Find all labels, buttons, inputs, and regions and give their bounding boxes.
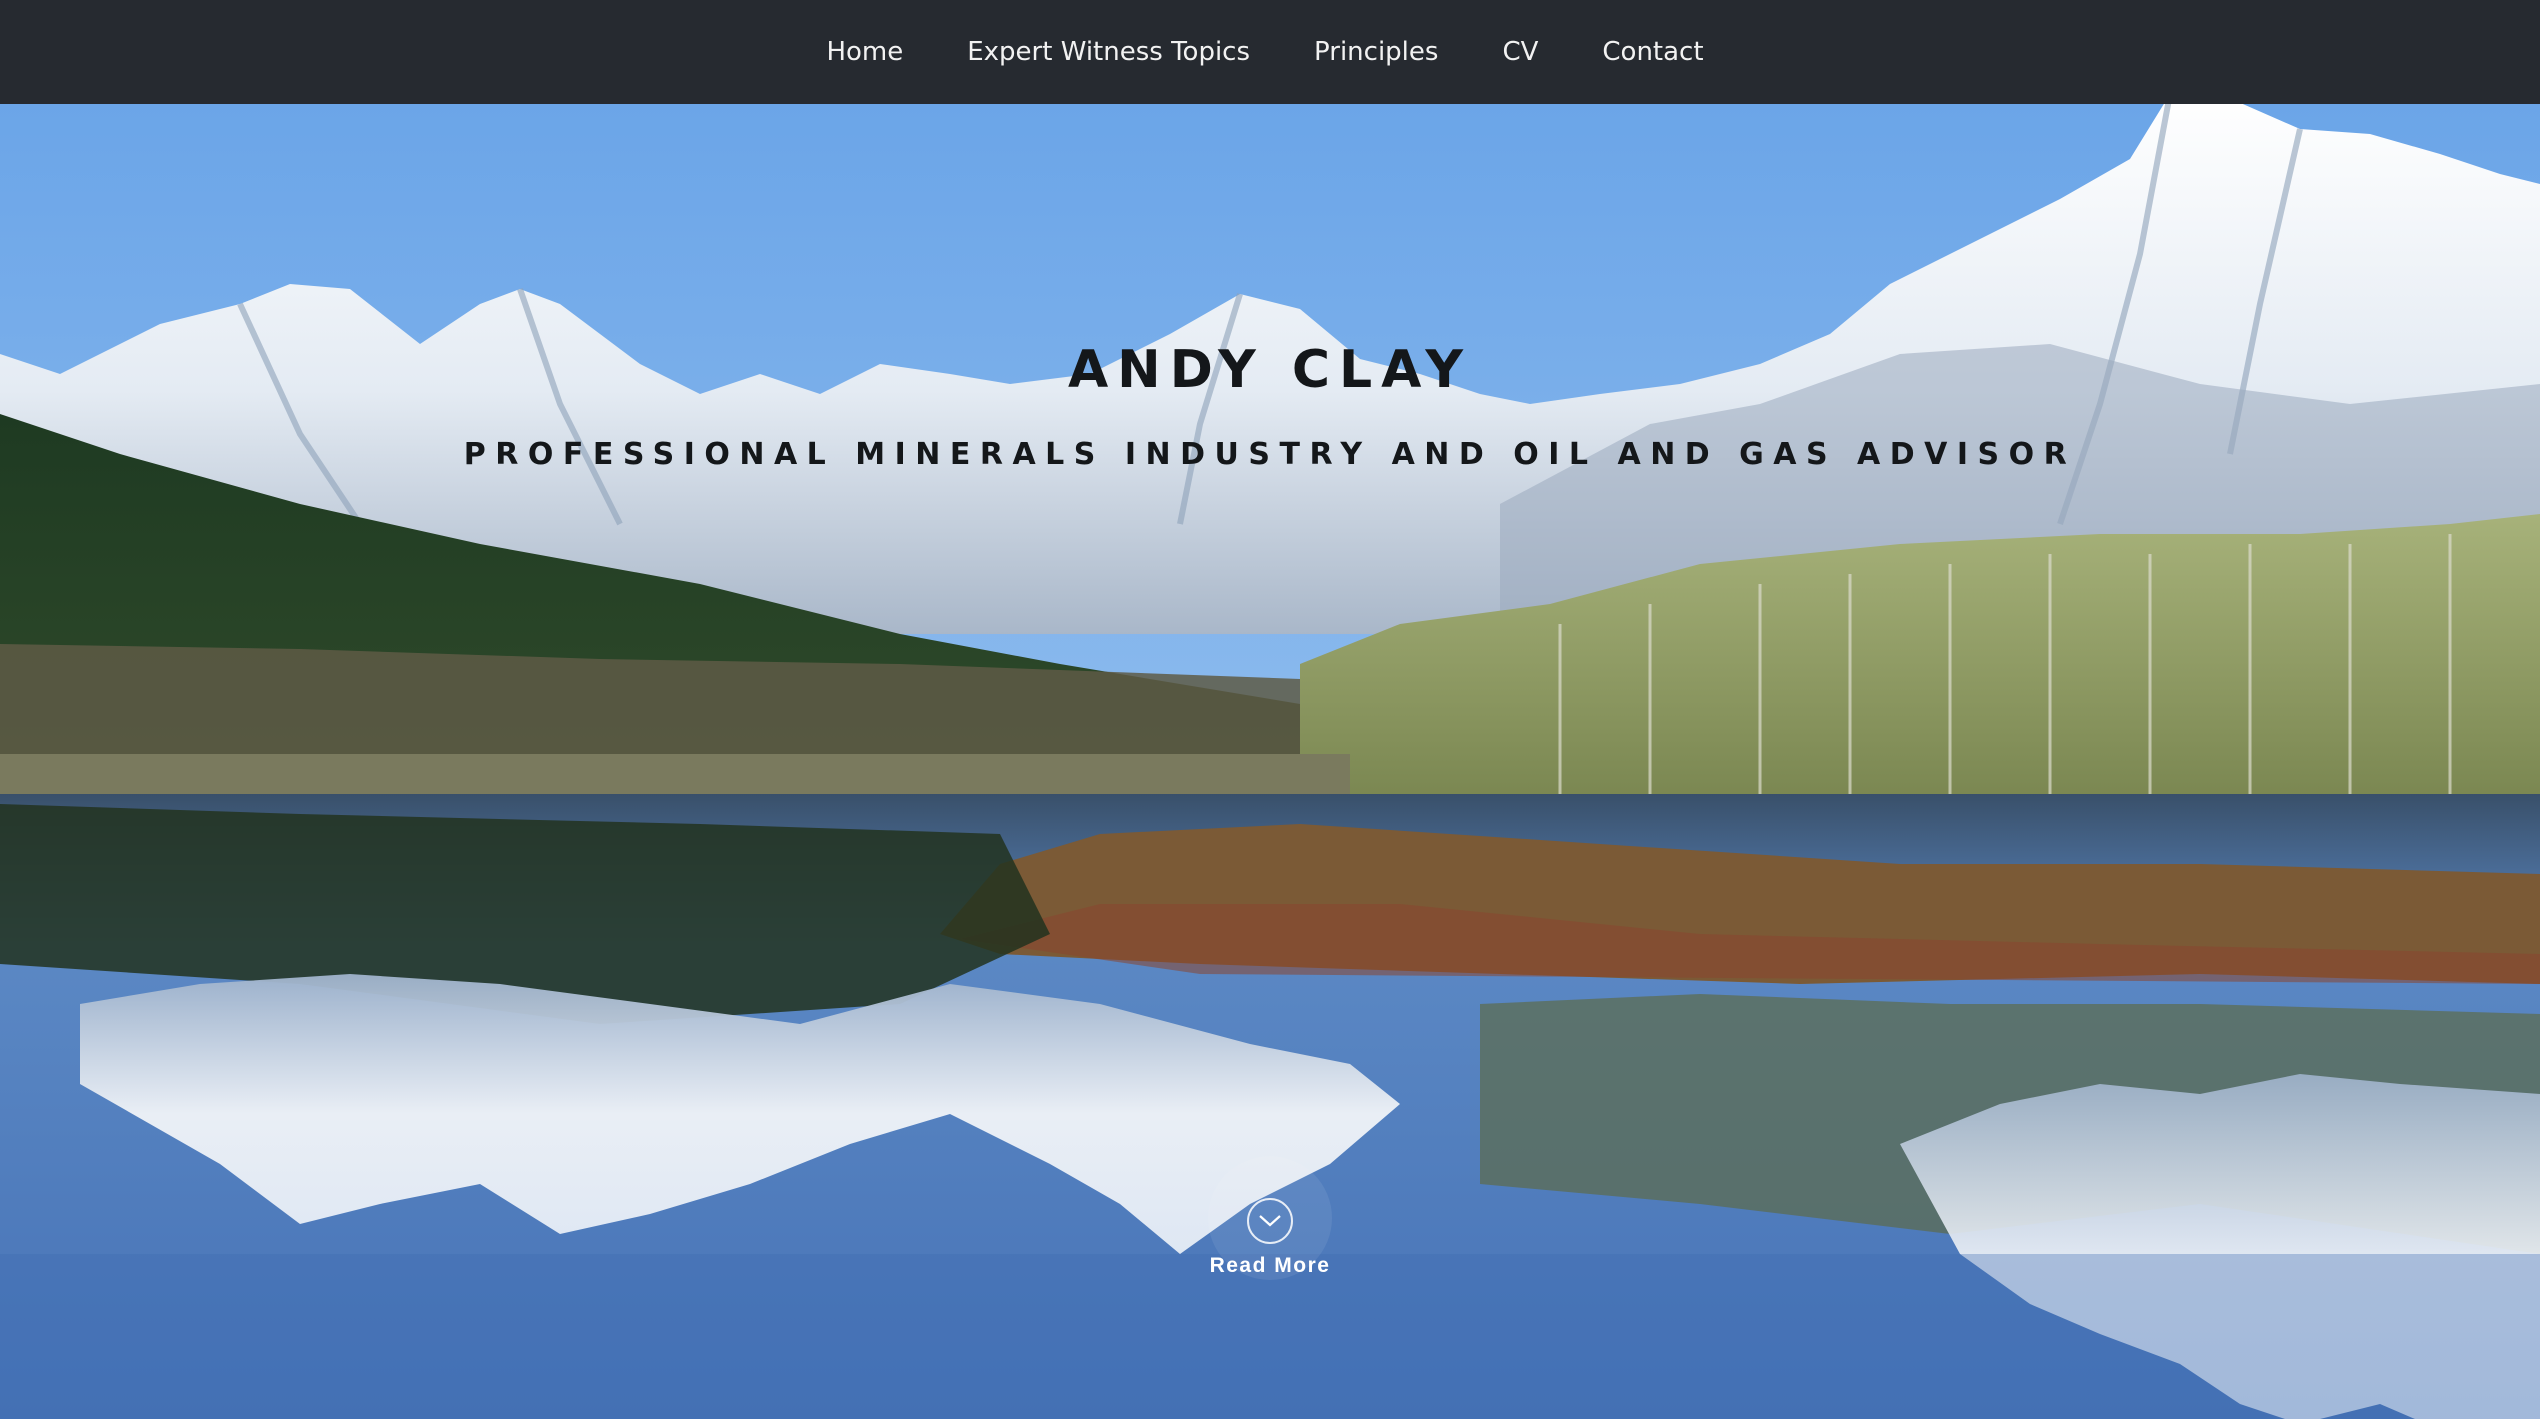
nav-menu: Home Expert Witness Topics Principles CV… (794, 37, 1735, 67)
hero-title: ANDY CLAY (1067, 340, 1473, 400)
chevron-down-icon (1247, 1198, 1293, 1244)
read-more-button[interactable]: Read More (1208, 1156, 1332, 1280)
hero-section: ANDY CLAY PROFESSIONAL MINERALS INDUSTRY… (0, 104, 2540, 1419)
nav-item-contact[interactable]: Contact (1570, 37, 1735, 67)
nav-item-expert-witness-topics[interactable]: Expert Witness Topics (935, 37, 1282, 67)
nav-item-home[interactable]: Home (794, 37, 935, 67)
read-more-label: Read More (1209, 1254, 1331, 1277)
hero-subtitle: PROFESSIONAL MINERALS INDUSTRY AND OIL A… (463, 437, 2077, 472)
main-navbar: Home Expert Witness Topics Principles CV… (0, 0, 2540, 104)
nav-item-principles[interactable]: Principles (1282, 37, 1470, 67)
nav-item-cv[interactable]: CV (1470, 37, 1570, 67)
